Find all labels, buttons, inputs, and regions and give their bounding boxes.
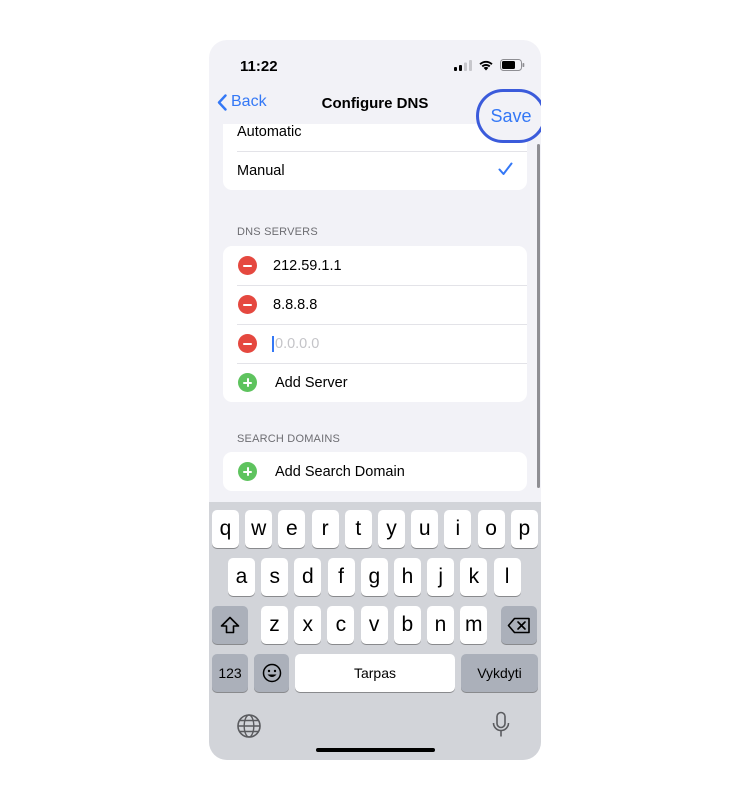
return-key-label: Vykdyti — [477, 665, 522, 681]
return-key[interactable]: Vykdyti — [461, 654, 538, 692]
scrollbar[interactable] — [537, 144, 540, 488]
key-b[interactable]: b — [393, 606, 421, 644]
key-y[interactable]: y — [378, 510, 405, 548]
key-x[interactable]: x — [294, 606, 322, 644]
backspace-icon — [507, 617, 530, 633]
remove-server-icon[interactable] — [238, 256, 257, 275]
add-icon — [238, 373, 257, 392]
shift-key[interactable] — [212, 606, 248, 644]
dns-server-value[interactable]: 8.8.8.8 — [273, 297, 317, 313]
key-f[interactable]: f — [327, 558, 355, 596]
cellular-signal-icon — [454, 59, 472, 71]
option-label: Manual — [237, 162, 285, 179]
emoji-icon — [262, 663, 281, 683]
keyboard: qwertyuiop asdfghjkl zxcvbnm 123 Tarpas … — [209, 502, 541, 760]
key-q[interactable]: q — [212, 510, 239, 548]
add-search-domain-row[interactable]: Add Search Domain — [223, 452, 527, 491]
add-icon — [238, 462, 257, 481]
key-k[interactable]: k — [460, 558, 488, 596]
remove-server-icon[interactable] — [238, 334, 257, 353]
status-time: 11:22 — [240, 58, 278, 75]
save-button[interactable]: Save — [476, 89, 541, 143]
key-j[interactable]: j — [427, 558, 455, 596]
configure-mode-group: Automatic Manual — [223, 124, 527, 190]
search-domains-header: SEARCH DOMAINS — [237, 433, 341, 445]
dns-servers-group: 212.59.1.1 8.8.8.8 Add Server — [223, 246, 527, 402]
back-button[interactable]: Back — [217, 93, 267, 111]
phone-screen: 11:22 Back Configure DNS Save Automatic … — [209, 40, 541, 760]
key-h[interactable]: h — [394, 558, 421, 596]
back-label: Back — [231, 93, 267, 110]
key-d[interactable]: d — [294, 558, 322, 596]
space-key-label: Tarpas — [353, 665, 397, 681]
remove-server-icon[interactable] — [238, 295, 257, 314]
chevron-left-icon — [217, 93, 227, 111]
key-t[interactable]: t — [344, 510, 372, 548]
key-r[interactable]: r — [311, 510, 339, 548]
key-e[interactable]: e — [278, 510, 306, 548]
key-w[interactable]: w — [245, 510, 273, 548]
key-u[interactable]: u — [411, 510, 439, 548]
key-l[interactable]: l — [493, 558, 521, 596]
add-server-row[interactable]: Add Server — [223, 363, 527, 402]
key-v[interactable]: v — [360, 606, 388, 644]
dns-server-row[interactable]: 212.59.1.1 — [223, 246, 527, 285]
key-o[interactable]: o — [477, 510, 505, 548]
shift-icon — [220, 616, 240, 634]
dns-server-value[interactable]: 212.59.1.1 — [273, 258, 342, 274]
numbers-key-label: 123 — [218, 665, 242, 681]
add-search-domain-label: Add Search Domain — [275, 463, 405, 480]
home-indicator — [316, 748, 435, 752]
option-manual[interactable]: Manual — [223, 151, 527, 190]
settings-content[interactable]: Automatic Manual DNS SERVERS 212.59.1.1 … — [209, 124, 541, 504]
status-bar: 11:22 — [209, 40, 541, 92]
dns-server-row[interactable]: 8.8.8.8 — [223, 285, 527, 324]
dns-server-row-new[interactable] — [223, 324, 527, 363]
battery-icon — [500, 59, 525, 71]
key-n[interactable]: n — [427, 606, 454, 644]
status-icons — [454, 59, 525, 71]
key-i[interactable]: i — [444, 510, 472, 548]
dns-servers-header: DNS SERVERS — [237, 226, 318, 238]
globe-icon[interactable] — [236, 713, 262, 744]
key-p[interactable]: p — [510, 510, 538, 548]
numbers-key[interactable]: 123 — [212, 654, 248, 692]
key-g[interactable]: g — [360, 558, 388, 596]
checkmark-icon — [498, 162, 513, 175]
key-a[interactable]: a — [228, 558, 255, 596]
option-label: Automatic — [237, 124, 302, 140]
emoji-key[interactable] — [254, 654, 289, 692]
space-key[interactable]: Tarpas — [295, 654, 455, 692]
new-server-input[interactable] — [272, 335, 475, 352]
save-label: Save — [490, 105, 532, 126]
add-server-label: Add Server — [275, 374, 348, 391]
key-z[interactable]: z — [261, 606, 288, 644]
search-domains-group: Add Search Domain — [223, 452, 527, 491]
key-m[interactable]: m — [460, 606, 488, 644]
key-c[interactable]: c — [327, 606, 355, 644]
key-s[interactable]: s — [261, 558, 289, 596]
wifi-icon — [479, 60, 493, 71]
microphone-icon[interactable] — [492, 711, 510, 744]
delete-key[interactable] — [501, 606, 537, 644]
